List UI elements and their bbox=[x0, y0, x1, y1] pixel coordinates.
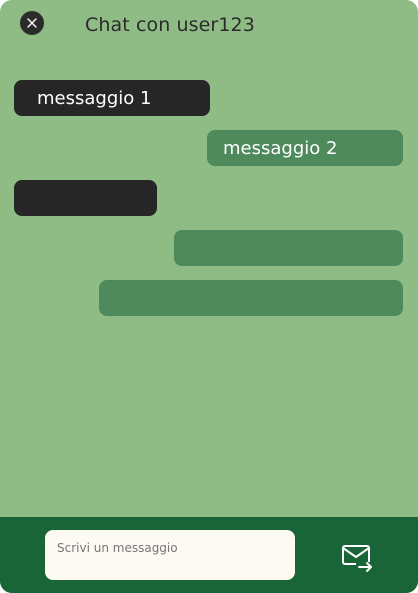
message-text: messaggio 2 bbox=[223, 137, 338, 159]
chat-window: Chat con user123 messaggio 1 messaggio 2 bbox=[0, 0, 418, 593]
message-bubble-outgoing bbox=[99, 280, 403, 316]
composer-bar bbox=[0, 517, 418, 593]
send-mail-icon bbox=[342, 545, 372, 572]
chat-title: Chat con user123 bbox=[85, 14, 255, 36]
message-bubble-outgoing bbox=[174, 230, 403, 266]
message-input[interactable] bbox=[45, 530, 295, 580]
chat-header: Chat con user123 bbox=[0, 0, 418, 50]
message-bubble-outgoing: messaggio 2 bbox=[207, 130, 403, 166]
send-button[interactable] bbox=[338, 541, 376, 575]
message-bubble-incoming bbox=[14, 180, 157, 216]
message-bubble-incoming: messaggio 1 bbox=[14, 80, 210, 116]
message-text: messaggio 1 bbox=[37, 87, 152, 109]
close-icon bbox=[27, 18, 37, 28]
close-button[interactable] bbox=[20, 11, 44, 35]
